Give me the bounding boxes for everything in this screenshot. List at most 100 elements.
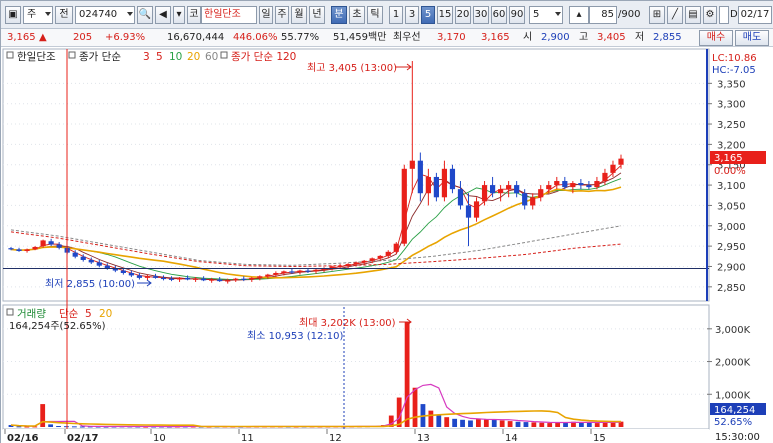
candle-body	[265, 274, 271, 277]
count-spinner-icon[interactable]: ▴	[569, 6, 589, 24]
volume-bar	[555, 422, 561, 427]
window-menu-icon[interactable]: ▣	[5, 6, 21, 24]
period-tab-year[interactable]: 년	[309, 6, 325, 24]
volume-bar	[404, 322, 410, 427]
open-label: 시	[523, 32, 533, 43]
code-prefix[interactable]: 코	[187, 6, 201, 24]
volume-bar	[412, 387, 418, 427]
candle-body	[570, 183, 576, 188]
interval-60[interactable]: 60	[491, 6, 507, 24]
volume-pct-tag: 52.65%	[714, 417, 752, 428]
period-select[interactable]: 주	[23, 6, 53, 24]
volume-bar	[539, 422, 545, 427]
interval-3[interactable]: 3	[405, 6, 419, 24]
candle-body	[578, 183, 584, 186]
interval-90[interactable]: 90	[509, 6, 525, 24]
period-tab-month[interactable]: 월	[291, 6, 307, 24]
min-volume-annotation: 최소 10,953 (12:10)	[247, 330, 343, 342]
candle-body	[498, 189, 504, 194]
volume-bar	[436, 415, 442, 427]
candle-body	[193, 278, 199, 280]
chevron-down-icon	[45, 12, 51, 16]
volume-tag-text: 164,254	[714, 405, 755, 416]
volume-value: 16,670,444	[167, 32, 225, 43]
settings-gear-icon[interactable]: ⚙	[703, 6, 717, 24]
period-tab-minute[interactable]: 분	[331, 6, 347, 24]
volume-bar	[491, 419, 497, 427]
period-tab-day[interactable]: 일	[259, 6, 273, 24]
time-tick-label: 14	[505, 433, 518, 443]
interval-15[interactable]: 15	[437, 6, 453, 24]
candle-body	[401, 168, 407, 244]
ma5-label: 5	[156, 51, 163, 63]
candle-body	[393, 243, 399, 252]
candle-body	[128, 272, 134, 276]
candle-body	[176, 277, 183, 280]
draw-line-icon[interactable]: ╱	[667, 6, 683, 24]
candle-body	[473, 201, 480, 218]
count-total: /900	[618, 9, 641, 20]
sell-button[interactable]: 매도	[735, 30, 769, 46]
candle-body	[522, 193, 528, 206]
current-pct-tag: 0.00%	[714, 166, 746, 177]
candle-body	[8, 248, 14, 250]
ma-legend-label: 종가 단순	[79, 51, 121, 63]
candle-body	[160, 277, 167, 280]
candle-body	[249, 277, 255, 280]
date-checkbox[interactable]	[719, 6, 729, 24]
stock-code-input[interactable]: 024740	[75, 6, 135, 24]
period-tab-week[interactable]: 주	[275, 6, 289, 24]
best-bid-label: 최우선	[393, 32, 421, 43]
interval-1[interactable]: 1	[389, 6, 403, 24]
stock-code-value: 024740	[79, 9, 118, 20]
time-tick-label: 12	[329, 433, 342, 443]
count-input[interactable]: 85	[589, 6, 617, 24]
period-tab-tick[interactable]: 틱	[367, 6, 383, 24]
candle-body	[449, 168, 456, 190]
quote-info-bar: 3,165 ▲ 205 +6.93% 16,670,444 446.06% 55…	[1, 29, 773, 47]
candle-body	[481, 185, 488, 202]
period-tab-second[interactable]: 초	[349, 6, 365, 24]
candle-body	[120, 270, 126, 273]
volume-bar	[547, 423, 553, 427]
chevron-down-icon[interactable]: ▾	[173, 6, 185, 24]
candle-body	[281, 271, 287, 273]
candle-body	[56, 244, 62, 248]
candle-body	[329, 266, 335, 269]
volume-axis: 3,000K 2,000K 1,000K	[707, 325, 751, 401]
candle-body	[168, 278, 175, 280]
candle-body	[602, 172, 608, 182]
date-input[interactable]: 02/17	[738, 6, 772, 24]
candle-body	[96, 262, 102, 266]
candle-body	[217, 279, 223, 282]
volume-bar	[428, 410, 434, 427]
prev-button[interactable]: 전	[55, 6, 73, 24]
volume-ratio: 446.06%	[233, 32, 278, 43]
candle-body	[610, 164, 616, 173]
search-icon[interactable]: 🔍	[137, 6, 153, 24]
chart-area[interactable]: 3,350 3,300 3,250 3,200 3,150 3,100 3,050 3,000…	[1, 47, 773, 443]
max-volume-annotation: 최대 3,202K (13:00)	[299, 317, 396, 329]
stock-chart[interactable]: 3,3503,3003,2503,2003,1503,1003,0503,000…	[1, 47, 773, 443]
grid-icon[interactable]: ⊞	[649, 6, 665, 24]
candle-body	[16, 249, 22, 252]
volume-ma-label: 단순	[59, 308, 79, 320]
interval-20[interactable]: 20	[455, 6, 471, 24]
interval-select[interactable]: 5	[529, 6, 563, 24]
price-axis: 3,3503,3003,2503,2003,1503,1003,0503,000…	[707, 79, 746, 294]
price-tick-label: 3,250	[717, 120, 746, 131]
price-legend-name: 한일단조	[17, 50, 56, 63]
ma20-label: 20	[187, 51, 200, 63]
time-tick-label: 13	[417, 433, 430, 443]
interval-30[interactable]: 30	[473, 6, 489, 24]
interval-5[interactable]: 5	[421, 6, 435, 24]
up-arrow-icon: ▲	[39, 32, 47, 43]
save-icon[interactable]: ▤	[685, 6, 701, 24]
speaker-icon[interactable]: ◀	[155, 6, 171, 24]
price-tick-label: 3,100	[717, 181, 746, 192]
volume-ma20-label: 20	[99, 308, 112, 320]
ma120-label: 종가 단순 120	[231, 51, 296, 63]
buy-button[interactable]: 매수	[699, 30, 733, 46]
candle-body	[345, 264, 351, 266]
toolbar: ▣ 주 전 024740 🔍 ◀ ▾ 코 한일단조 일 주 월 년 분 초 틱 …	[1, 1, 773, 29]
